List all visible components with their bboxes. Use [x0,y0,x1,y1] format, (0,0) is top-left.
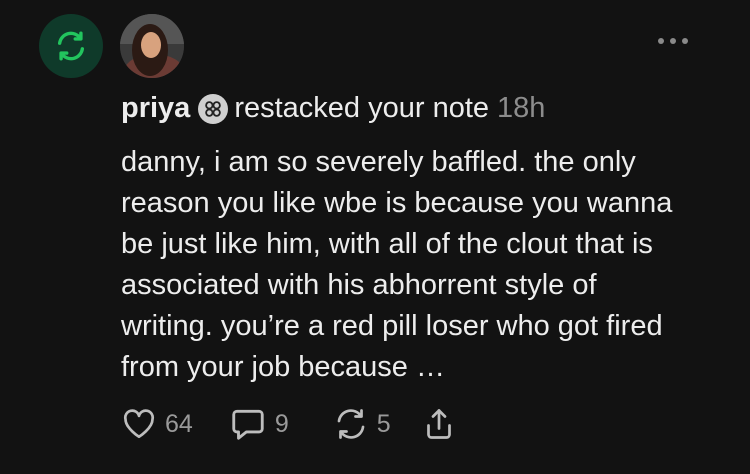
restack-count: 5 [376,409,391,438]
more-dots-icon[interactable] [658,38,688,44]
avatar[interactable] [120,14,184,78]
dot [682,38,688,44]
share-button[interactable] [421,406,457,442]
timestamp[interactable]: 18h [497,92,545,125]
avatar-photo [120,14,184,78]
note-body[interactable]: danny, i am so severely baffled. the onl… [121,142,721,388]
note-header: priya restacked your note 18h [121,92,545,125]
restack-button[interactable]: 5 [333,406,391,442]
restack-icon [337,409,365,439]
dot [670,38,676,44]
dot [658,38,664,44]
action-text: restacked your note [234,92,490,124]
share-icon [426,409,451,439]
like-count: 64 [165,409,193,438]
heart-icon [123,409,155,439]
comment-button[interactable]: 9 [229,405,289,443]
restack-icon [57,31,85,61]
comment-count: 9 [274,409,289,438]
like-button[interactable]: 64 [121,406,193,442]
comment-icon [232,409,264,440]
author-name[interactable]: priya [121,92,190,125]
action-bar: 64 9 5 [121,405,457,443]
substack-badge-icon [198,93,229,124]
restack-badge [39,14,103,78]
note-card: priya restacked your note 18h danny, i a… [0,0,750,474]
